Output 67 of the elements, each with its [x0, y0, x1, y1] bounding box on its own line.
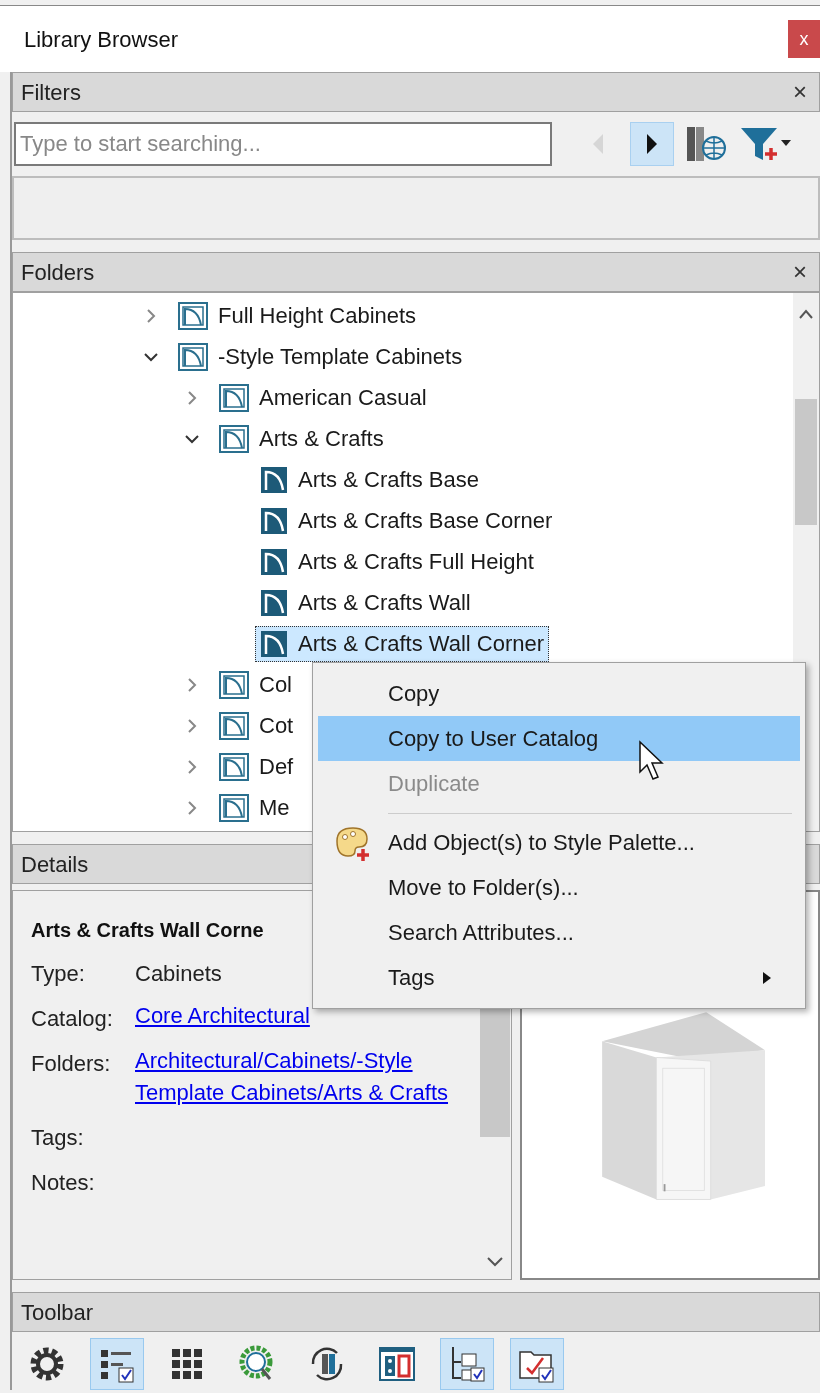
details-title: Details	[21, 850, 89, 879]
expand-chevron-icon[interactable]	[185, 759, 199, 774]
expand-chevron-icon[interactable]	[144, 308, 158, 323]
folder-icon	[178, 301, 208, 330]
tree-item[interactable]: Def	[214, 748, 299, 785]
cabinet-item-icon	[260, 465, 288, 494]
menu-item[interactable]: Search Attributes...	[318, 910, 800, 955]
plan-window-icon	[377, 1344, 417, 1384]
cabinet-item-icon	[260, 547, 288, 576]
expand-chevron-icon[interactable]	[185, 718, 199, 733]
folder-icon	[219, 752, 249, 781]
menu-item[interactable]: Copy	[318, 671, 800, 716]
menu-item[interactable]: Move to Folder(s)...	[318, 865, 800, 910]
menu-item[interactable]: Copy to User Catalog	[318, 716, 800, 761]
tree-item[interactable]: Cot	[214, 707, 299, 744]
tree-item[interactable]: Arts & Crafts Full Height	[255, 543, 539, 580]
folder-tree-button[interactable]	[440, 1338, 494, 1390]
close-button[interactable]: ×	[789, 80, 811, 104]
folder-icon	[178, 342, 208, 371]
tree-item[interactable]: -Style Template Cabinets	[173, 338, 468, 375]
folder-icon	[219, 793, 249, 822]
folder-icon	[219, 711, 249, 740]
tree-item[interactable]: Arts & Crafts Wall Corner	[255, 625, 550, 662]
field-label: Catalog:	[31, 1005, 114, 1033]
object-name: Arts & Crafts Wall Corne	[31, 918, 264, 943]
tree-item[interactable]: Full Height Cabinets	[173, 297, 422, 334]
window-title: Library Browser	[24, 25, 179, 54]
field-value: Cabinets	[135, 960, 222, 988]
forward-button[interactable]	[630, 122, 674, 166]
tree-item[interactable]: Me	[214, 789, 295, 826]
expand-chevron-icon[interactable]	[185, 800, 199, 815]
forward-arrow-icon	[645, 133, 659, 155]
field-label: Notes:	[31, 1169, 96, 1197]
search-field[interactable]: Type to start searching...	[14, 122, 552, 166]
menu-item[interactable]: Add Object(s) to Style Palette...	[318, 820, 800, 865]
cabinet-item-icon	[260, 588, 288, 617]
submenu-arrow-icon	[762, 970, 772, 985]
folder-check-button[interactable]	[510, 1338, 564, 1390]
folders-title: Folders	[21, 258, 95, 287]
field-label: Tags:	[31, 1124, 85, 1152]
filters-title: Filters	[21, 78, 81, 107]
folder-link[interactable]: Architectural/Cabinets/-Style Template Cabinets/Arts & Crafts	[135, 1045, 475, 1109]
tree-item[interactable]: Arts & Crafts Base	[255, 461, 484, 498]
close-button[interactable]: ×	[789, 260, 811, 284]
menu-item[interactable]: Tags	[318, 955, 800, 1000]
folder-icon	[219, 424, 249, 453]
toolbar-title: Toolbar	[21, 1298, 94, 1327]
cabinet-item-icon	[260, 506, 288, 535]
close-button[interactable]: x	[788, 20, 820, 58]
cabinet-item-icon	[260, 629, 288, 658]
field-label: Type:	[31, 960, 86, 988]
tree-item[interactable]: Arts & Crafts	[214, 420, 389, 457]
tree-item[interactable]: American Casual	[214, 379, 432, 416]
field-label: Folders:	[31, 1050, 112, 1078]
settings-icon	[28, 1345, 66, 1383]
tree-item[interactable]: Arts & Crafts Wall	[255, 584, 476, 621]
folder-icon	[219, 670, 249, 699]
scroll-thumb[interactable]	[795, 399, 817, 525]
scroll-up-icon[interactable]	[799, 309, 813, 319]
expand-chevron-icon[interactable]	[185, 677, 199, 692]
tree-item[interactable]: Col	[214, 666, 297, 703]
folder-icon	[219, 383, 249, 412]
list-button[interactable]	[90, 1338, 144, 1390]
expand-chevron-icon[interactable]	[185, 390, 199, 405]
tree-item[interactable]: Arts & Crafts Base Corner	[255, 502, 558, 539]
back-arrow-icon	[591, 133, 605, 155]
scroll-down-icon[interactable]	[487, 1257, 503, 1267]
